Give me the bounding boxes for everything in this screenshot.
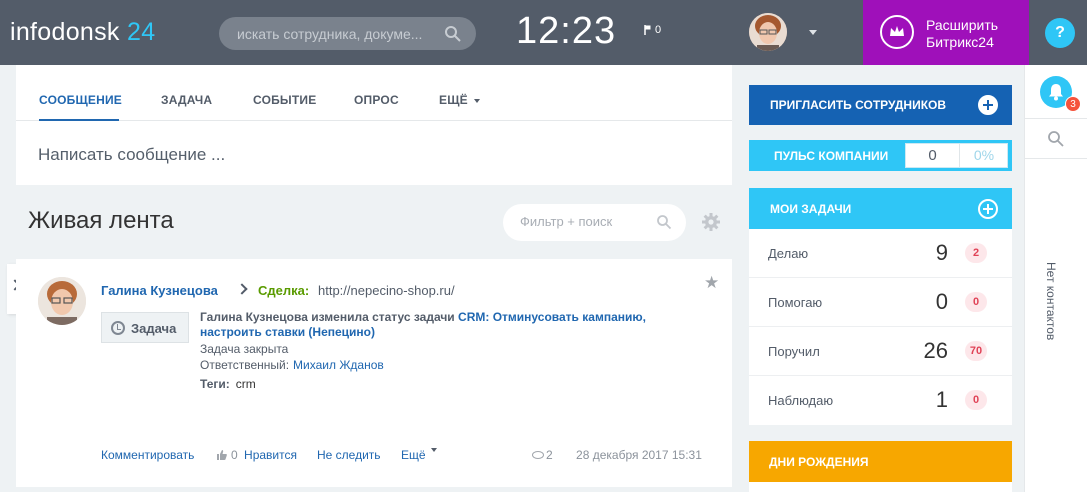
logo-text: infodonsk <box>10 18 120 46</box>
chevron-right-icon <box>236 283 248 295</box>
task-type-badge: Задача <box>101 312 189 343</box>
pulse-value: 0 <box>906 144 960 167</box>
extend-plan-label: Расширить Битрикс24 <box>926 17 999 50</box>
logo[interactable]: infodonsk 24 <box>10 18 155 47</box>
global-search <box>219 17 476 50</box>
search-icon[interactable] <box>656 214 672 230</box>
task-row-doing[interactable]: Делаю 9 2 <box>749 229 1012 278</box>
add-icon <box>978 95 998 115</box>
chevron-down-icon <box>473 98 480 103</box>
global-search-input[interactable] <box>237 24 437 44</box>
like-button[interactable]: 0 Нравится <box>217 448 297 462</box>
clock-icon <box>111 321 125 335</box>
responsible-link[interactable]: Михаил Жданов <box>293 358 384 372</box>
thumbs-up-icon <box>217 450 227 460</box>
composer-tabs: СООБЩЕНИЕ ЗАДАЧА СОБЫТИЕ ОПРОС ЕЩЁ <box>16 65 732 121</box>
tag-item[interactable]: crm <box>236 377 256 391</box>
contacts-panel: 3 Нет контактов <box>1024 65 1087 492</box>
pulse-percent: 0% <box>973 147 995 163</box>
counter-badge: 0 <box>965 390 987 410</box>
invite-employees-button[interactable]: ПРИГЛАСИТЬ СОТРУДНИКОВ <box>749 85 1012 125</box>
company-pulse[interactable]: ПУЛЬС КОМПАНИИ 0 0% <box>749 140 1012 171</box>
clock[interactable]: 12:23 <box>516 10 616 53</box>
deal-label: Сделка: <box>258 283 310 298</box>
compose-message-input[interactable]: Написать сообщение ... <box>38 145 225 165</box>
top-bar: infodonsk 24 12:23 0 <box>0 0 1087 65</box>
crown-icon <box>880 15 914 49</box>
post-author-link[interactable]: Галина Кузнецова <box>101 283 218 298</box>
pulse-label: ПУЛЬС КОМПАНИИ <box>774 149 889 163</box>
search-icon[interactable] <box>444 25 462 43</box>
user-avatar[interactable] <box>749 13 787 51</box>
tab-event[interactable]: СОБЫТИЕ <box>253 93 316 107</box>
deal-url: http://nepecino-shop.ru/ <box>318 283 455 298</box>
page-title: Живая лента <box>28 207 174 234</box>
responsible-row: Ответственный: Михаил Жданов <box>200 358 384 372</box>
search-icon[interactable] <box>1047 130 1065 148</box>
counter-badge: 2 <box>965 243 987 263</box>
task-row-watching[interactable]: Наблюдаю 1 0 <box>749 376 1012 425</box>
tab-poll[interactable]: ОПРОС <box>354 93 399 107</box>
my-tasks-list: Делаю 9 2 Помогаю 0 0 Поручил 26 70 Набл… <box>749 229 1012 425</box>
birthdays-header[interactable]: ДНИ РОЖДЕНИЯ <box>749 441 1012 482</box>
my-tasks-header[interactable]: МОИ ЗАДАЧИ <box>749 188 1012 229</box>
like-count: 0 <box>231 448 238 462</box>
event-description: Галина Кузнецова изменила статус задачи … <box>200 310 646 339</box>
task-row-assigned[interactable]: Поручил 26 70 <box>749 327 1012 376</box>
divider <box>1025 158 1087 159</box>
tab-more[interactable]: ЕЩЁ <box>439 93 480 107</box>
counter-badge: 0 <box>965 292 987 312</box>
extend-plan-button[interactable]: Расширить Битрикс24 <box>863 0 1029 65</box>
tags-row: Теги: crm <box>200 377 256 391</box>
birthdays-title: ДНИ РОЖДЕНИЯ <box>769 455 869 469</box>
pulse-values: 0 0% <box>905 143 1008 168</box>
divider <box>1025 118 1087 119</box>
notification-count-badge: 3 <box>1065 96 1081 112</box>
feed-filter <box>503 204 686 241</box>
active-tab-indicator <box>39 119 119 121</box>
task-row-helping[interactable]: Помогаю 0 0 <box>749 278 1012 327</box>
view-count: 2 <box>546 448 553 462</box>
post-composer: СООБЩЕНИЕ ЗАДАЧА СОБЫТИЕ ОПРОС ЕЩЁ Напис… <box>16 65 732 185</box>
gear-icon[interactable] <box>701 212 721 232</box>
birthdays-body <box>749 482 1012 492</box>
help-icon: ? <box>1045 18 1075 48</box>
help-button[interactable]: ? <box>1029 0 1087 65</box>
post-more-menu[interactable]: Ещё <box>401 448 437 462</box>
task-type-label: Задача <box>131 321 177 336</box>
eye-icon <box>532 451 544 459</box>
like-label: Нравится <box>244 448 297 462</box>
comment-link[interactable]: Комментировать <box>101 448 194 462</box>
my-tasks-title: МОИ ЗАДАЧИ <box>770 202 852 216</box>
user-menu-chevron-icon[interactable] <box>809 30 817 35</box>
logo-number: 24 <box>126 18 156 46</box>
invite-label: ПРИГЛАСИТЬ СОТРУДНИКОВ <box>770 98 947 112</box>
chevron-down-icon <box>430 448 437 452</box>
add-task-icon[interactable] <box>978 199 998 219</box>
flag-count: 0 <box>655 24 662 36</box>
feed-filter-input[interactable] <box>520 214 660 229</box>
flag-icon <box>644 25 651 35</box>
post-date[interactable]: 28 декабря 2017 15:31 <box>576 448 702 462</box>
star-icon[interactable]: ★ <box>704 273 719 293</box>
tab-message[interactable]: СООБЩЕНИЕ <box>39 93 122 107</box>
unfollow-link[interactable]: Не следить <box>317 448 381 462</box>
task-status: Задача закрыта <box>200 342 289 356</box>
no-contacts-label: Нет контактов <box>1044 262 1058 341</box>
tab-task[interactable]: ЗАДАЧА <box>161 93 212 107</box>
avatar[interactable] <box>38 277 86 325</box>
post-meta: 2 28 декабря 2017 15:31 <box>532 448 702 462</box>
bell-icon <box>1049 84 1063 101</box>
feed-post: Галина Кузнецова Сделка: http://nepecino… <box>16 259 732 487</box>
counter-badge: 70 <box>965 341 987 361</box>
flag-counter[interactable]: 0 <box>644 24 661 36</box>
